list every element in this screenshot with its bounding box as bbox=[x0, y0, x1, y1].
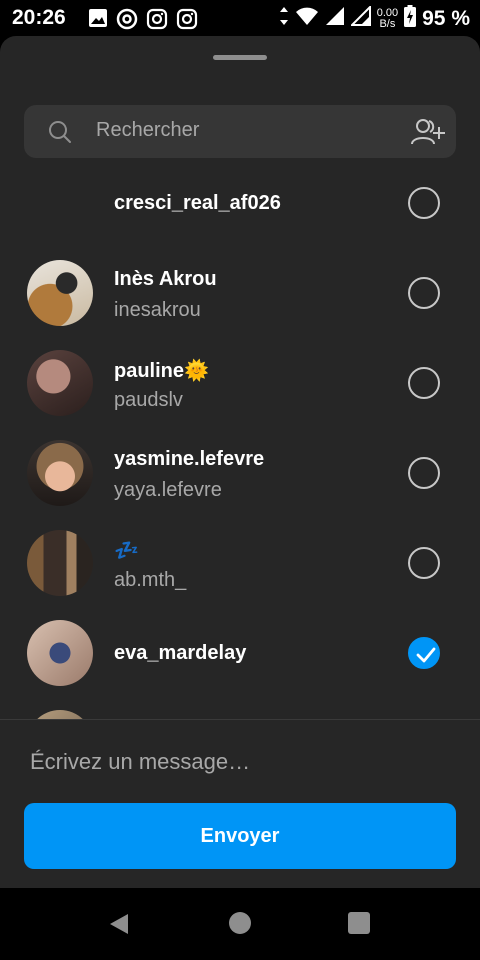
search-input[interactable]: Rechercher bbox=[96, 119, 199, 142]
status-bar: 20:26 0.00 B/s 95 % bbox=[0, 0, 480, 36]
search-bar[interactable]: Rechercher bbox=[24, 105, 456, 158]
contact-name: Inès Akrou bbox=[114, 268, 217, 290]
select-checkbox[interactable] bbox=[408, 277, 440, 309]
avatar bbox=[27, 620, 93, 686]
contact-name: pauline🌞 bbox=[114, 360, 209, 382]
back-icon[interactable] bbox=[106, 912, 130, 941]
network-speed-value: 0.00 bbox=[376, 6, 399, 19]
avatar bbox=[27, 710, 93, 719]
signal-icon bbox=[325, 6, 345, 31]
message-input[interactable]: Écrivez un message… bbox=[30, 749, 450, 775]
checkmark-icon bbox=[416, 647, 436, 663]
drag-handle[interactable] bbox=[213, 55, 267, 60]
contact-username: ab.mth_ bbox=[114, 569, 187, 591]
contact-username: yaya.lefevre bbox=[114, 479, 222, 501]
avatar bbox=[27, 530, 93, 596]
contact-row[interactable]: eva_mardelay bbox=[0, 608, 480, 698]
search-icon bbox=[48, 120, 72, 149]
notification-icons bbox=[88, 8, 198, 35]
contact-name: eva_mardelay bbox=[114, 642, 247, 664]
contact-username: paudslv bbox=[114, 389, 183, 411]
avatar bbox=[27, 350, 93, 416]
system-indicators: 0.00 B/s 95 % bbox=[279, 4, 470, 32]
system-nav-bar bbox=[0, 888, 480, 960]
battery-level: 95 % bbox=[422, 6, 470, 30]
contact-row[interactable]: yasmine.lefevre yaya.lefevre bbox=[0, 428, 480, 518]
wifi-icon bbox=[295, 6, 319, 31]
gallery-icon bbox=[88, 8, 108, 35]
instagram-icon bbox=[176, 8, 198, 35]
network-speed-unit: B/s bbox=[379, 17, 396, 30]
contact-name: 💤 bbox=[114, 540, 139, 562]
threads-icon bbox=[116, 8, 138, 35]
add-people-icon[interactable] bbox=[410, 117, 446, 152]
share-sheet: Rechercher cresci_real_af026 Inès Akrou … bbox=[0, 36, 480, 888]
contact-name: cresci_real_af026 bbox=[114, 192, 281, 214]
divider bbox=[0, 719, 480, 720]
contact-username: inesakrou bbox=[114, 299, 201, 321]
send-button[interactable]: Envoyer bbox=[24, 803, 456, 869]
signal-icon bbox=[349, 4, 371, 31]
contact-row[interactable]: Inès Akrou inesakrou bbox=[0, 248, 480, 338]
instagram-icon bbox=[146, 8, 168, 35]
battery-charging-icon bbox=[404, 5, 417, 32]
contact-row[interactable]: 💤 ab.mth_ bbox=[0, 518, 480, 608]
select-checkbox[interactable] bbox=[408, 457, 440, 489]
selected-checkbox[interactable] bbox=[408, 637, 440, 669]
select-checkbox[interactable] bbox=[408, 367, 440, 399]
network-speed: 0.00 B/s bbox=[376, 6, 399, 30]
contact-row[interactable]: cresci_real_af026 bbox=[0, 158, 480, 248]
contact-row[interactable]: pauline🌞 paudslv bbox=[0, 338, 480, 428]
contact-name: yasmine.lefevre bbox=[114, 448, 265, 470]
avatar bbox=[27, 260, 93, 326]
avatar bbox=[27, 440, 93, 506]
status-time: 20:26 bbox=[12, 6, 66, 29]
select-checkbox[interactable] bbox=[408, 547, 440, 579]
home-icon[interactable] bbox=[229, 912, 251, 934]
data-transfer-icon bbox=[279, 6, 289, 31]
recent-apps-icon[interactable] bbox=[348, 912, 370, 934]
select-checkbox[interactable] bbox=[408, 187, 440, 219]
